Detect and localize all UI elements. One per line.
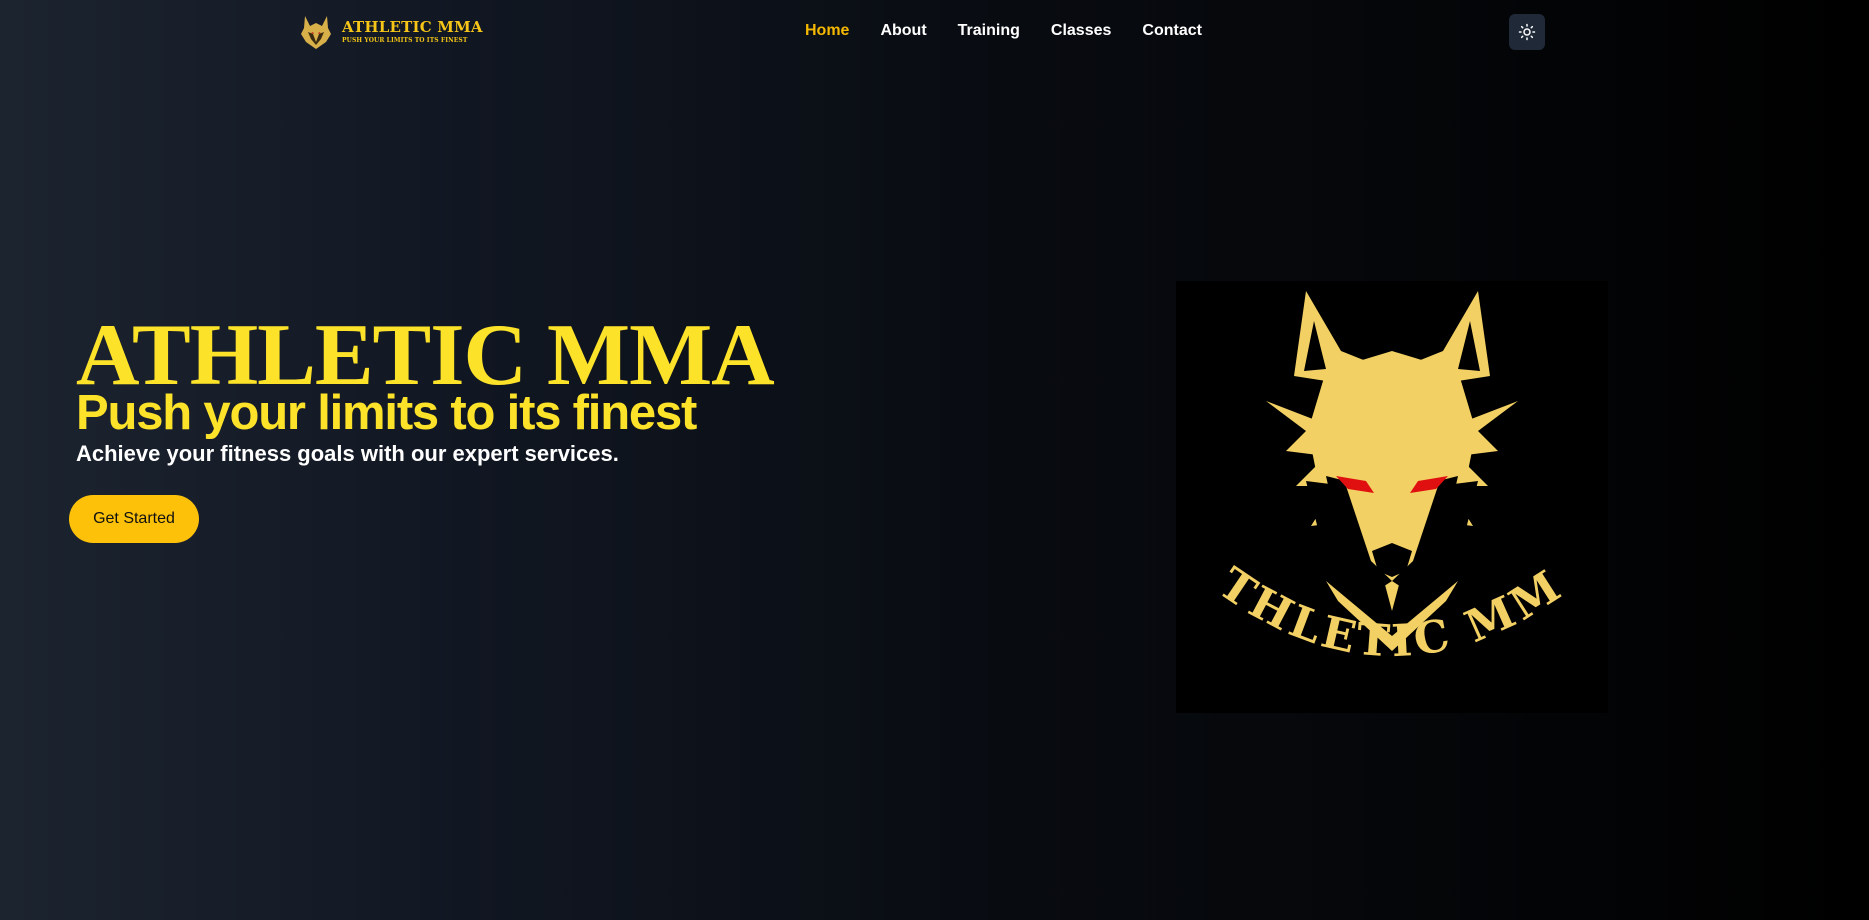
wolf-head-icon (301, 16, 331, 49)
sun-icon (1518, 23, 1536, 41)
main-nav: Home About Training Classes Contact (805, 22, 1202, 40)
hero-tagline: Push your limits to its finest (76, 386, 697, 440)
nav-link-classes[interactable]: Classes (1051, 22, 1112, 40)
nav-link-training[interactable]: Training (958, 22, 1020, 40)
wolf-emblem-icon: ATHLETIC MMA (1176, 281, 1569, 668)
get-started-button[interactable]: Get Started (69, 495, 199, 543)
theme-toggle-button[interactable] (1509, 14, 1545, 50)
nav-link-about[interactable]: About (880, 22, 926, 40)
nav-link-home[interactable]: Home (805, 22, 849, 40)
brand-subtitle: PUSH YOUR LIMITS TO ITS FINEST (342, 37, 468, 44)
hero-emblem: ATHLETIC MMA (1176, 281, 1608, 713)
brand-title: ATHLETIC MMA (342, 18, 483, 36)
hero-description: Achieve your fitness goals with our expe… (76, 441, 619, 466)
brand-link[interactable]: ATHLETIC MMA PUSH YOUR LIMITS TO ITS FIN… (296, 12, 483, 52)
nav-link-contact[interactable]: Contact (1142, 22, 1202, 40)
